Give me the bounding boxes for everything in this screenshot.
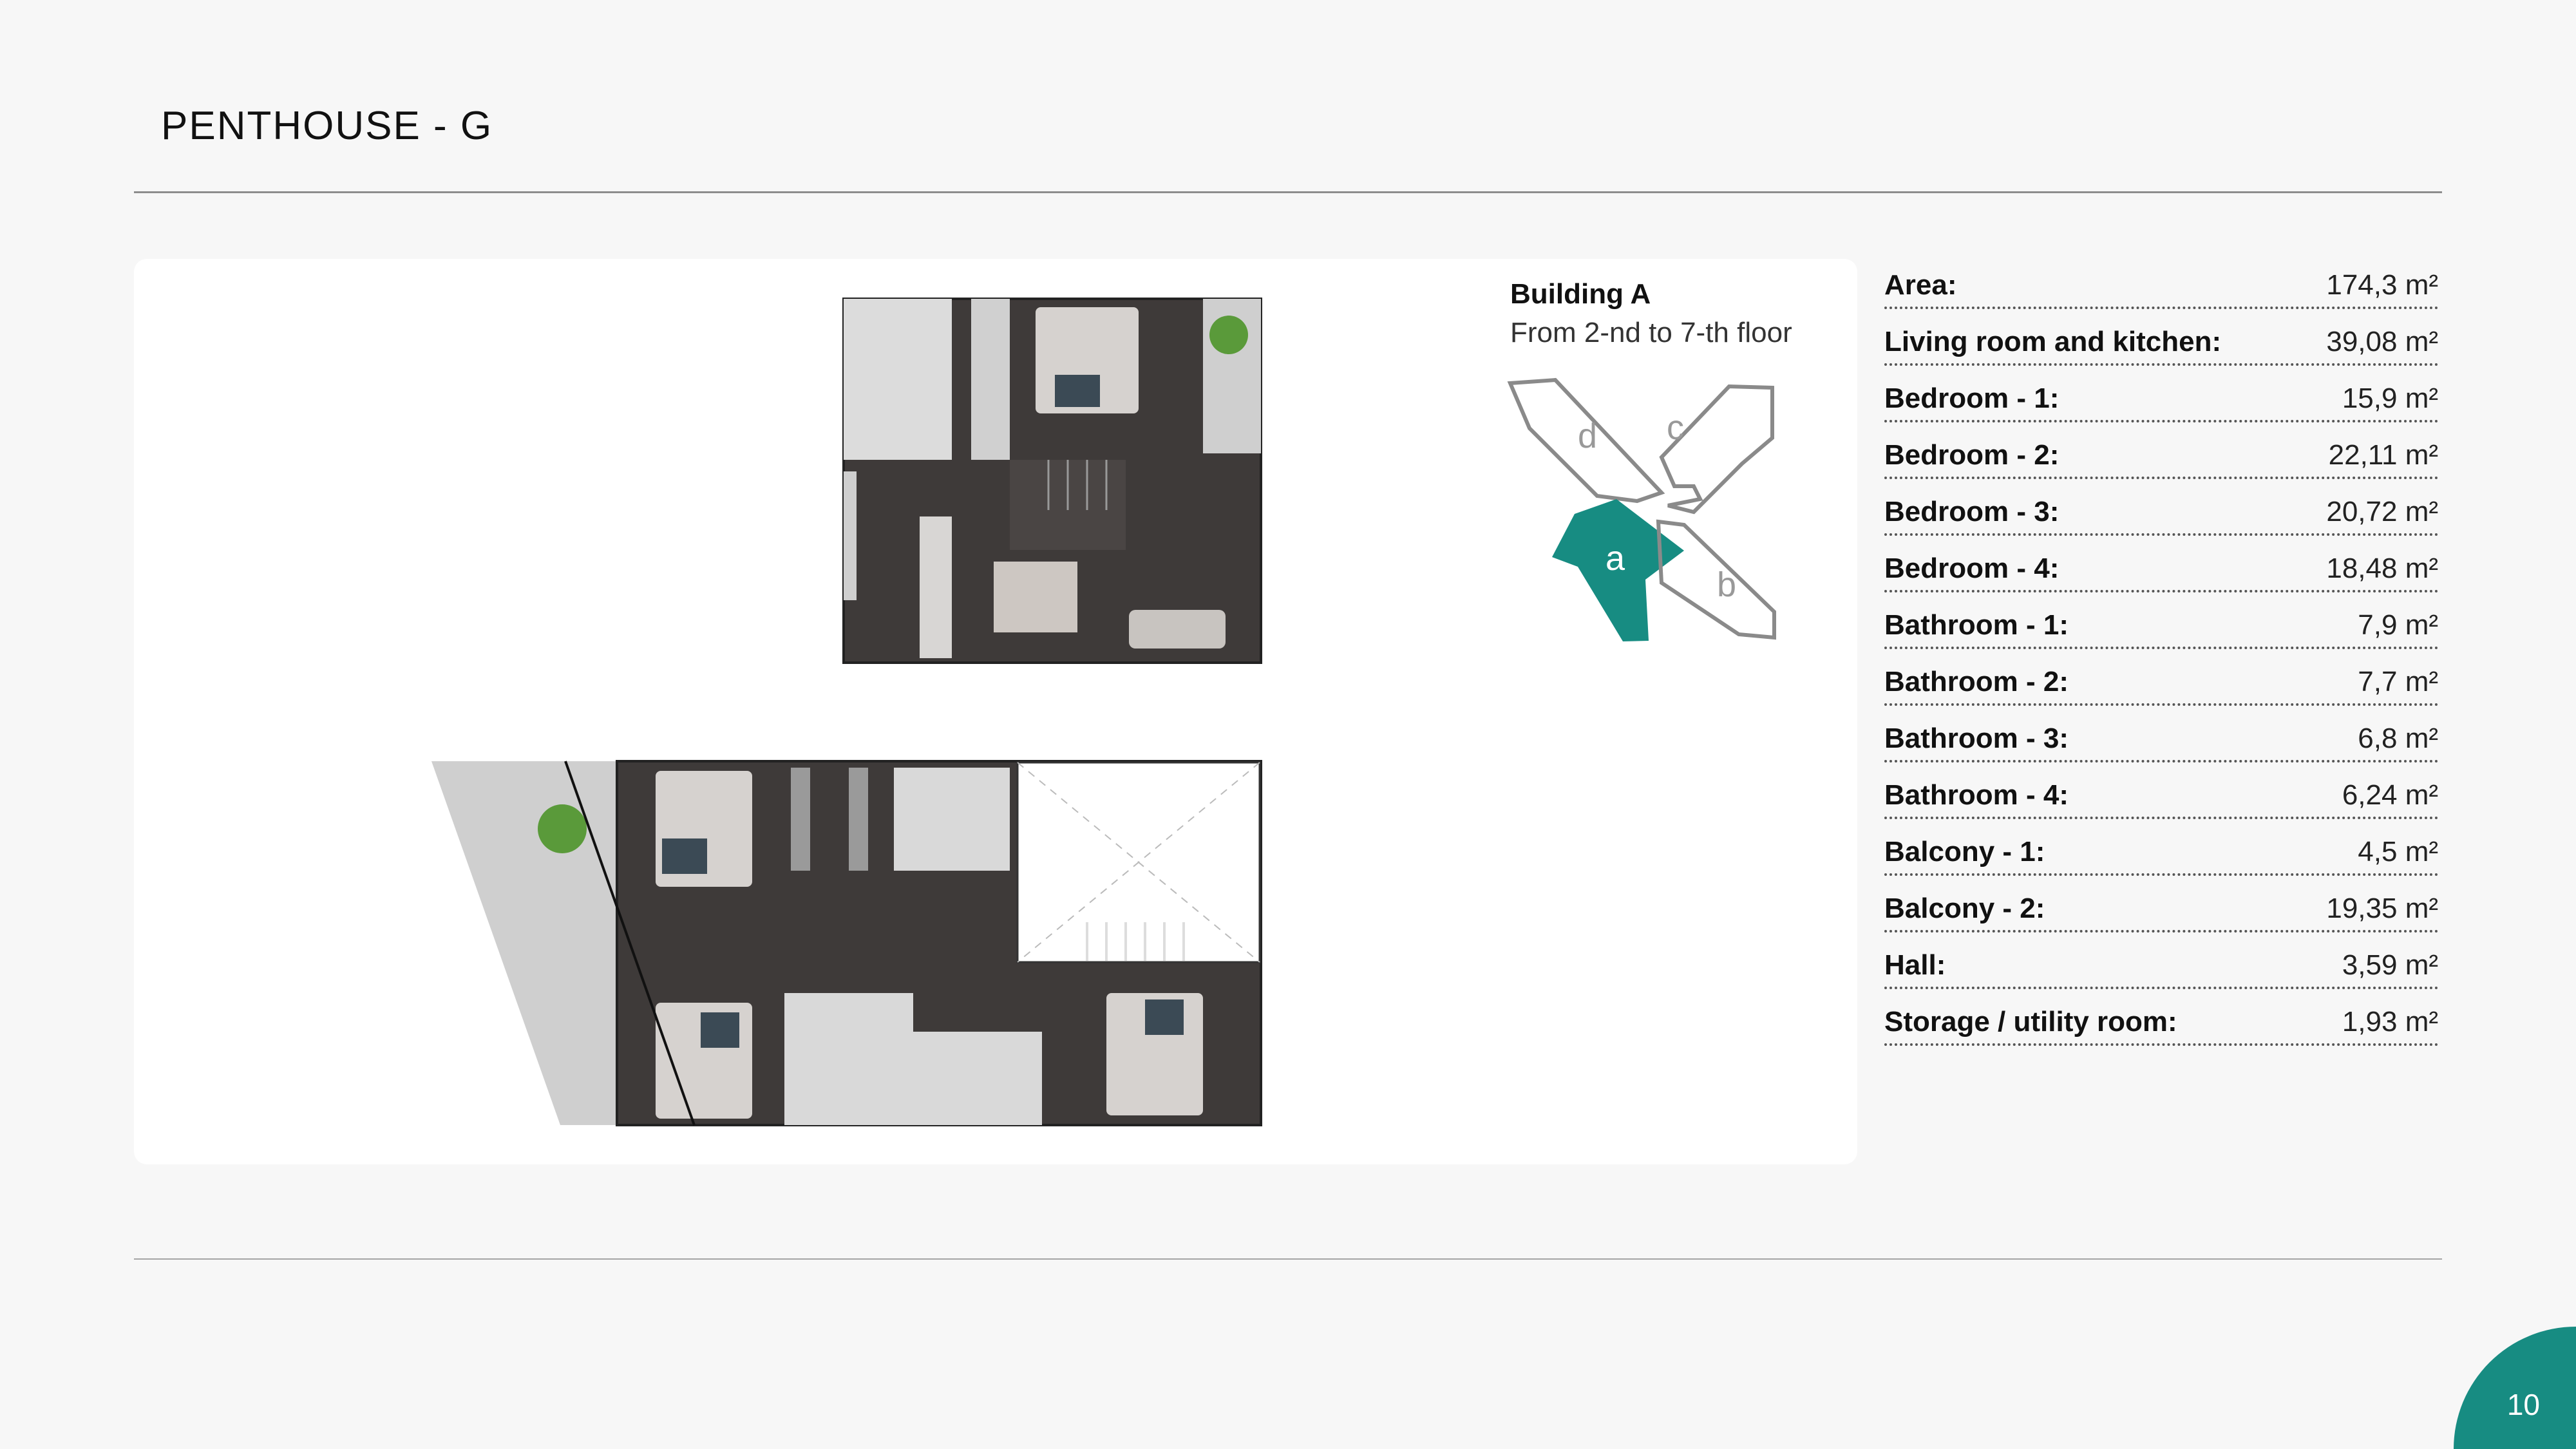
building-key-map: d c a b [1507, 377, 1776, 641]
spec-label: Balcony - 2: [1884, 893, 2045, 924]
spec-label: Balcony - 1: [1884, 836, 2045, 867]
spec-value: 6,24 m² [2342, 779, 2438, 811]
spec-value: 4,5 m² [2358, 836, 2438, 867]
spec-label: Bedroom - 4: [1884, 553, 2060, 584]
spec-value: 174,3 m² [2326, 269, 2438, 301]
spec-label: Area: [1884, 269, 1957, 301]
spec-value: 18,48 m² [2326, 553, 2438, 584]
spec-label: Living room and kitchen: [1884, 326, 2222, 357]
lower-floor-plan [431, 760, 1262, 1126]
spec-row-bedroom-2: Bedroom - 2: 22,11 m² [1884, 422, 2438, 479]
spec-row-bedroom-4: Bedroom - 4: 18,48 m² [1884, 536, 2438, 592]
spec-label: Bedroom - 2: [1884, 439, 2060, 471]
spec-label: Bedroom - 3: [1884, 496, 2060, 527]
spec-value: 3,59 m² [2342, 949, 2438, 981]
spec-row-bathroom-4: Bathroom - 4: 6,24 m² [1884, 762, 2438, 819]
section-b-label: b [1717, 565, 1736, 604]
spec-value: 1,93 m² [2342, 1006, 2438, 1037]
spec-row-hall: Hall: 3,59 m² [1884, 933, 2438, 989]
spec-label: Storage / utility room: [1884, 1006, 2177, 1037]
spec-row-bathroom-2: Bathroom - 2: 7,7 m² [1884, 649, 2438, 706]
spec-value: 15,9 m² [2342, 383, 2438, 414]
spec-value: 7,7 m² [2358, 666, 2438, 697]
spec-row-storage: Storage / utility room: 1,93 m² [1884, 989, 2438, 1046]
header-divider [134, 191, 2442, 193]
section-c-label: c [1667, 408, 1684, 447]
spec-label: Bathroom - 2: [1884, 666, 2069, 697]
specs-table: Area: 174,3 m² Living room and kitchen: 39… [1884, 252, 2438, 1046]
spec-row-bedroom-1: Bedroom - 1: 15,9 m² [1884, 366, 2438, 422]
spec-row-area: Area: 174,3 m² [1884, 252, 2438, 309]
spec-row-bedroom-3: Bedroom - 3: 20,72 m² [1884, 479, 2438, 536]
spec-row-bathroom-3: Bathroom - 3: 6,8 m² [1884, 706, 2438, 762]
spec-label: Bathroom - 4: [1884, 779, 2069, 811]
spec-row-balcony-2: Balcony - 2: 19,35 m² [1884, 876, 2438, 933]
spec-label: Bathroom - 3: [1884, 723, 2069, 754]
spec-label: Bedroom - 1: [1884, 383, 2060, 414]
spec-value: 19,35 m² [2326, 893, 2438, 924]
spec-value: 6,8 m² [2358, 723, 2438, 754]
spec-row-balcony-1: Balcony - 1: 4,5 m² [1884, 819, 2438, 876]
footer-divider [134, 1258, 2442, 1260]
spec-label: Bathroom - 1: [1884, 609, 2069, 641]
section-d-label: d [1578, 417, 1597, 455]
spec-value: 7,9 m² [2358, 609, 2438, 641]
spec-row-living-room: Living room and kitchen: 39,08 m² [1884, 309, 2438, 366]
section-a-label: a [1605, 539, 1625, 578]
page-title: PENTHOUSE - G [161, 104, 493, 148]
spec-value: 22,11 m² [2328, 439, 2438, 471]
spec-value: 20,72 m² [2326, 496, 2438, 527]
section-c-shape [1659, 384, 1774, 515]
spec-value: 39,08 m² [2326, 326, 2438, 357]
spec-label: Hall: [1884, 949, 1946, 981]
upper-floor-plan [842, 298, 1262, 664]
building-title: Building A [1510, 278, 1651, 310]
section-b-shape [1656, 519, 1776, 640]
spec-row-bathroom-1: Bathroom - 1: 7,9 m² [1884, 592, 2438, 649]
page-number: 10 [2506, 1388, 2540, 1421]
building-floors: From 2-nd to 7-th floor [1510, 317, 1792, 348]
